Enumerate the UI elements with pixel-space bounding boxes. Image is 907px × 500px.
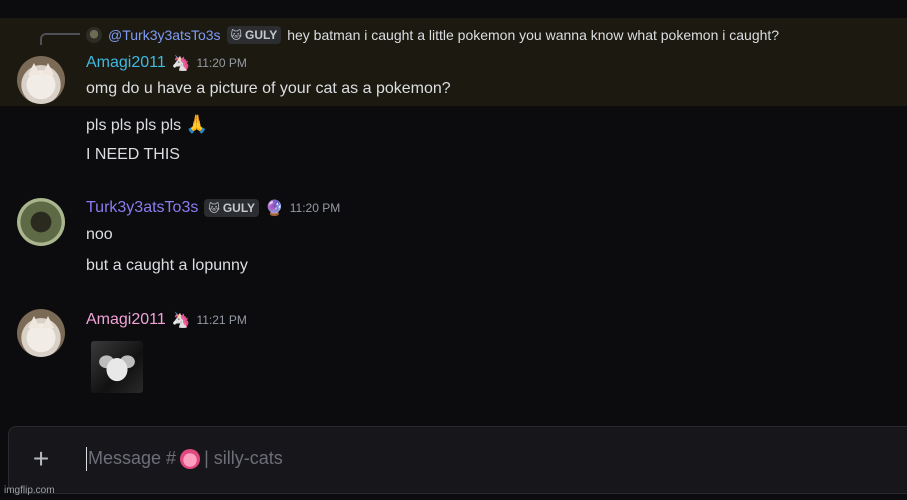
decoration-icon[interactable]: 🔮 xyxy=(265,201,284,216)
message-text-line: pls pls pls pls 🙏 xyxy=(86,114,208,135)
pig-face-icon xyxy=(180,448,201,469)
decoration-icon[interactable]: 🦄 xyxy=(172,313,191,328)
reply-connector xyxy=(40,33,80,45)
message-text: I NEED THIS xyxy=(86,146,180,163)
cat-tag-icon: 🐱 xyxy=(208,202,220,215)
guild-tag[interactable]: 🐱 GULY xyxy=(204,199,260,217)
guild-tag[interactable]: 🐱 GULY xyxy=(226,26,282,44)
message-header: Amagi2011 🦄 11:20 PM xyxy=(86,52,247,74)
avatar[interactable] xyxy=(17,198,65,246)
reply-author[interactable]: @Turk3y3atsTo3s xyxy=(108,27,221,43)
channel-name: | silly-cats xyxy=(204,448,283,468)
message-text: noo xyxy=(86,226,113,243)
avatar[interactable] xyxy=(17,309,65,357)
decoration-icon[interactable]: 🦄 xyxy=(172,56,191,71)
message-text: omg do u have a picture of your cat as a… xyxy=(86,80,451,97)
guild-tag-label: GULY xyxy=(244,28,278,42)
message-header: Amagi2011 🦄 11:21 PM xyxy=(86,309,247,331)
image-attachment[interactable] xyxy=(91,341,143,393)
chat-area: @Turk3y3atsTo3s 🐱 GULY hey batman i caugh… xyxy=(0,0,907,500)
timestamp[interactable]: 11:20 PM xyxy=(196,56,246,70)
message-text: but a caught a lopunny xyxy=(86,257,248,274)
reply-text[interactable]: hey batman i caught a little pokemon you… xyxy=(287,27,779,43)
watermark: imgflip.com xyxy=(4,485,55,496)
message-text: pls pls pls pls xyxy=(86,117,182,134)
username[interactable]: Turk3y3atsTo3s xyxy=(86,199,198,217)
guild-tag-label: GULY xyxy=(222,201,256,215)
reply-preview[interactable]: @Turk3y3atsTo3s 🐱 GULY hey batman i caugh… xyxy=(86,24,779,46)
avatar[interactable] xyxy=(17,56,65,104)
username[interactable]: Amagi2011 xyxy=(86,54,166,72)
praying-hands-icon: 🙏 xyxy=(185,114,209,134)
message-input[interactable]: Message # | silly-cats xyxy=(88,448,283,469)
cat-tag-icon: 🐱 xyxy=(230,29,242,42)
plus-icon[interactable]: + xyxy=(29,445,53,473)
message-header: Turk3y3atsTo3s 🐱 GULY 🔮 11:20 PM xyxy=(86,197,340,219)
placeholder-prefix: Message # xyxy=(88,448,177,468)
username[interactable]: Amagi2011 xyxy=(86,311,166,329)
text-cursor xyxy=(86,447,87,471)
timestamp[interactable]: 11:20 PM xyxy=(290,201,340,215)
timestamp[interactable]: 11:21 PM xyxy=(196,313,246,327)
message-composer[interactable]: + Message # | silly-cats xyxy=(8,426,907,494)
reply-avatar[interactable] xyxy=(86,27,102,43)
